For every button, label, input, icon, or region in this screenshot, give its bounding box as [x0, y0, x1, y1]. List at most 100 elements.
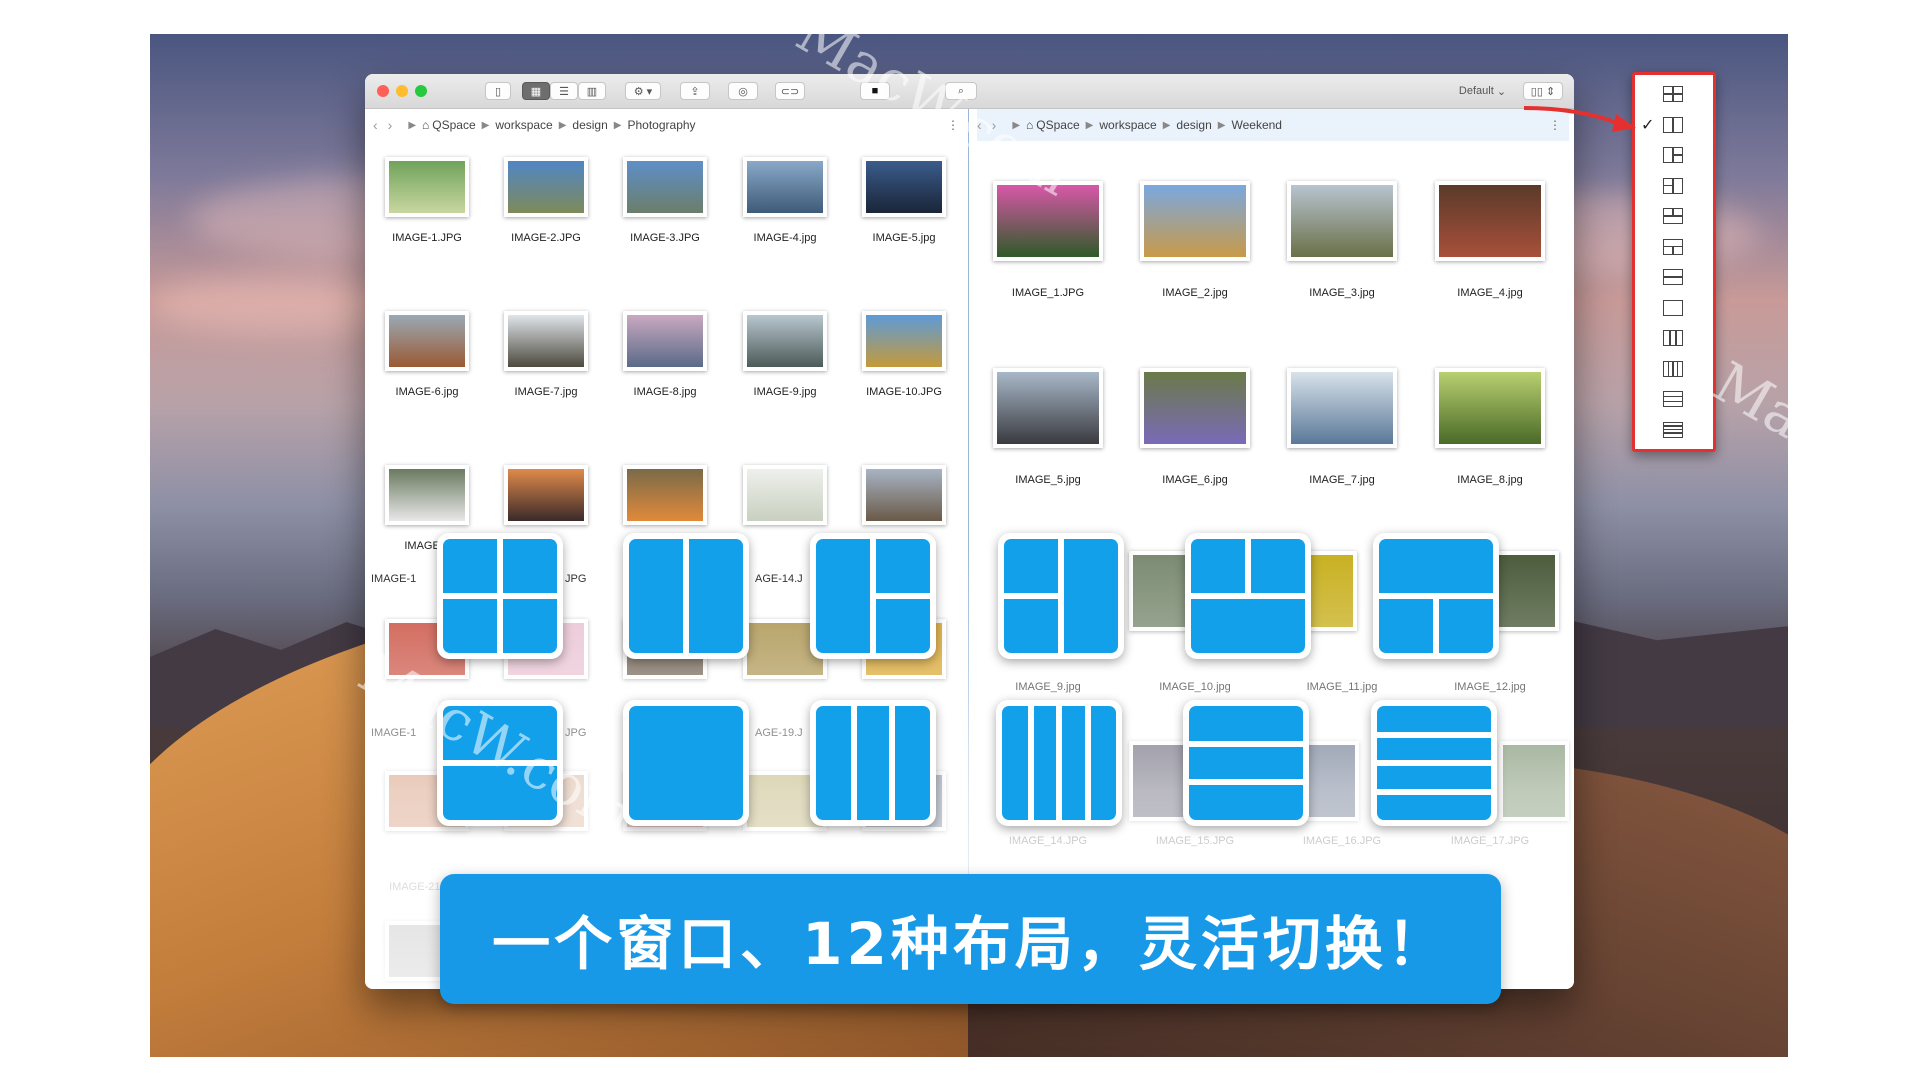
- layout-option-three-rows[interactable]: [1183, 700, 1309, 826]
- file-thumbnail[interactable]: [993, 368, 1103, 448]
- file-thumbnail[interactable]: [862, 465, 946, 525]
- file-name: IMAGE_7.jpg: [1309, 474, 1375, 486]
- file-name: AGE-19.J: [755, 727, 803, 739]
- file-name: IMAGE-1.JPG: [392, 232, 462, 244]
- file-thumbnail[interactable]: [1489, 551, 1559, 631]
- breadcrumb-item[interactable]: design: [1176, 118, 1211, 132]
- file-name: IMAGE_2.jpg: [1162, 287, 1228, 299]
- file-thumbnail[interactable]: [1435, 368, 1545, 448]
- close-button[interactable]: [377, 85, 389, 97]
- file-thumbnail[interactable]: [743, 157, 827, 217]
- back-icon[interactable]: ‹: [373, 117, 378, 133]
- file-thumbnail[interactable]: [623, 465, 707, 525]
- file-name: IMAGE_3.jpg: [1309, 287, 1375, 299]
- file-name: IMAGE-4.jpg: [753, 232, 817, 244]
- file-thumbnail[interactable]: [1140, 181, 1250, 261]
- file-name: IMAGE-5.jpg: [872, 232, 936, 244]
- file-thumbnail[interactable]: [1287, 181, 1397, 261]
- layout-menu-item-left-large-right-split[interactable]: [1635, 140, 1713, 170]
- layout-option-left-large-right-split[interactable]: [810, 533, 936, 659]
- breadcrumb-item[interactable]: Weekend: [1232, 118, 1282, 132]
- layout-menu-item-four-columns[interactable]: [1635, 354, 1713, 384]
- file-thumbnail[interactable]: [1140, 368, 1250, 448]
- layout-preset-select[interactable]: Default ⌄: [1445, 82, 1520, 100]
- layout-option-top-large-bottom-split[interactable]: [1373, 533, 1499, 659]
- banner-text: 一个窗口、12种布局，灵活切换！: [492, 910, 1449, 978]
- tag-icon[interactable]: ⊂⊃: [775, 82, 805, 100]
- layout-single-icon: [1663, 299, 1683, 316]
- layout-four-columns-icon: [1663, 360, 1683, 377]
- action-gear-icon[interactable]: ⚙ ▾: [625, 82, 661, 100]
- file-name: AGE-14.J: [755, 573, 803, 585]
- file-thumbnail[interactable]: [504, 465, 588, 525]
- list-view-button[interactable]: ☰: [550, 82, 578, 100]
- icon-view-button[interactable]: ▦: [522, 82, 550, 100]
- layout-menu-item-left-split-right-large[interactable]: [1635, 171, 1713, 201]
- file-name: IMAGE-2.JPG: [511, 232, 581, 244]
- layout-three-columns-icon: [1663, 330, 1683, 346]
- share-icon[interactable]: ⇪: [680, 82, 710, 100]
- layout-option-three-columns[interactable]: [810, 700, 936, 826]
- file-name: IMAGE_9.jpg: [1015, 681, 1081, 693]
- sidebar-toggle-icon[interactable]: ▯: [485, 82, 511, 100]
- breadcrumb-item[interactable]: workspace: [1099, 118, 1156, 132]
- file-name: IMAGE-9.jpg: [753, 386, 817, 398]
- file-thumbnail[interactable]: [385, 157, 469, 217]
- breadcrumb-item[interactable]: design: [572, 118, 607, 132]
- file-thumbnail[interactable]: [385, 465, 469, 525]
- layout-option-split-vertical[interactable]: [623, 533, 749, 659]
- file-name: IMAGE_5.jpg: [1015, 474, 1081, 486]
- layout-switch-button[interactable]: ▯▯ ⇕: [1523, 82, 1563, 100]
- layout-option-left-split-right-large[interactable]: [998, 533, 1124, 659]
- file-thumbnail[interactable]: [1499, 741, 1569, 821]
- file-name: JPG: [565, 573, 587, 585]
- file-thumbnail[interactable]: [862, 157, 946, 217]
- layout-menu-item-three-columns[interactable]: [1635, 323, 1713, 353]
- layout-menu-item-split-vertical[interactable]: ✓: [1635, 110, 1713, 140]
- file-thumbnail[interactable]: [743, 465, 827, 525]
- file-name: IMAGE-8.jpg: [633, 386, 697, 398]
- file-thumbnail[interactable]: [862, 311, 946, 371]
- layout-quad-icon: [1663, 86, 1683, 102]
- layout-menu-item-quad[interactable]: [1635, 79, 1713, 109]
- file-thumbnail[interactable]: [623, 311, 707, 371]
- file-thumbnail[interactable]: [1287, 368, 1397, 448]
- layout-menu-item-three-rows[interactable]: [1635, 384, 1713, 414]
- layout-option-four-rows[interactable]: [1371, 700, 1497, 826]
- layout-menu-item-top-split-bottom-large[interactable]: [1635, 201, 1713, 231]
- file-thumbnail[interactable]: [385, 311, 469, 371]
- file-thumbnail[interactable]: [504, 157, 588, 217]
- layout-option-single[interactable]: [623, 700, 749, 826]
- file-name: IMAGE-10.JPG: [866, 386, 942, 398]
- layout-split-horizontal-icon: [1663, 269, 1683, 285]
- minimize-button[interactable]: [396, 85, 408, 97]
- forward-icon[interactable]: ›: [388, 117, 393, 133]
- column-view-button[interactable]: ▥: [578, 82, 606, 100]
- breadcrumb-item[interactable]: QSpace: [432, 118, 475, 132]
- file-name: IMAGE_16.JPG: [1302, 835, 1382, 847]
- layout-menu-item-top-large-bottom-split[interactable]: [1635, 232, 1713, 262]
- layout-menu-item-split-horizontal[interactable]: [1635, 262, 1713, 292]
- file-name: JPG: [565, 727, 587, 739]
- layout-three-rows-icon: [1663, 391, 1683, 407]
- layout-top-large-bottom-split-icon: [1663, 238, 1683, 255]
- file-name: IMAGE_6.jpg: [1162, 474, 1228, 486]
- file-thumbnail[interactable]: [623, 157, 707, 217]
- file-name: IMAGE_1.JPG: [1011, 287, 1085, 299]
- breadcrumb-item[interactable]: workspace: [495, 118, 552, 132]
- airdrop-icon[interactable]: ◎: [728, 82, 758, 100]
- file-thumbnail[interactable]: [743, 311, 827, 371]
- zoom-button[interactable]: [415, 85, 427, 97]
- layout-menu-item-single[interactable]: [1635, 293, 1713, 323]
- layout-option-four-columns[interactable]: [996, 700, 1122, 826]
- layout-option-quad[interactable]: [437, 533, 563, 659]
- breadcrumb-item[interactable]: Photography: [628, 118, 696, 132]
- file-thumbnail[interactable]: [504, 311, 588, 371]
- layout-option-top-split-bottom-large[interactable]: [1185, 533, 1311, 659]
- file-name: IMAGE_14.JPG: [1008, 835, 1088, 847]
- checkmark-icon: ✓: [1641, 116, 1655, 134]
- file-thumbnail[interactable]: [1435, 181, 1545, 261]
- file-name: IMAGE_11.jpg: [1306, 681, 1378, 693]
- layout-menu-item-four-rows[interactable]: [1635, 415, 1713, 445]
- file-name: IMAGE_17.JPG: [1450, 835, 1530, 847]
